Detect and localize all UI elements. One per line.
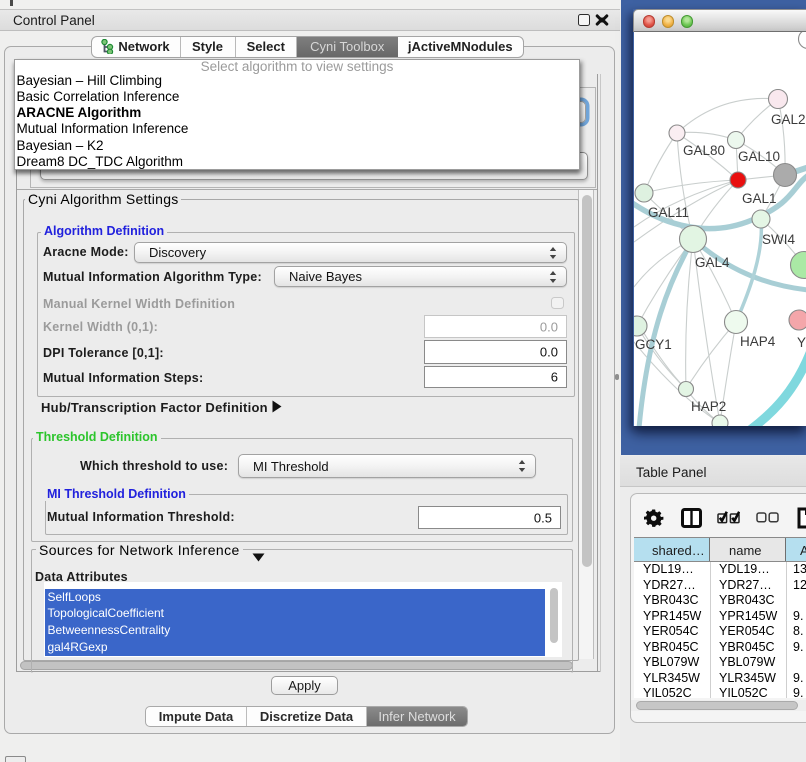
svg-text:HAP4: HAP4 [740,334,776,349]
svg-text:GAL2: GAL2 [771,112,806,127]
svg-text:YJ: YJ [797,335,806,350]
svg-text:GAL80: GAL80 [683,143,725,158]
svg-text:GAL11: GAL11 [648,205,689,220]
svg-text:GAL10: GAL10 [738,149,780,164]
svg-text:GAL1: GAL1 [742,191,777,206]
svg-text:HAP2: HAP2 [691,399,726,414]
svg-text:GAL4: GAL4 [695,255,730,270]
svg-text:SWI4: SWI4 [762,232,795,247]
svg-text:GCY1: GCY1 [635,337,672,352]
